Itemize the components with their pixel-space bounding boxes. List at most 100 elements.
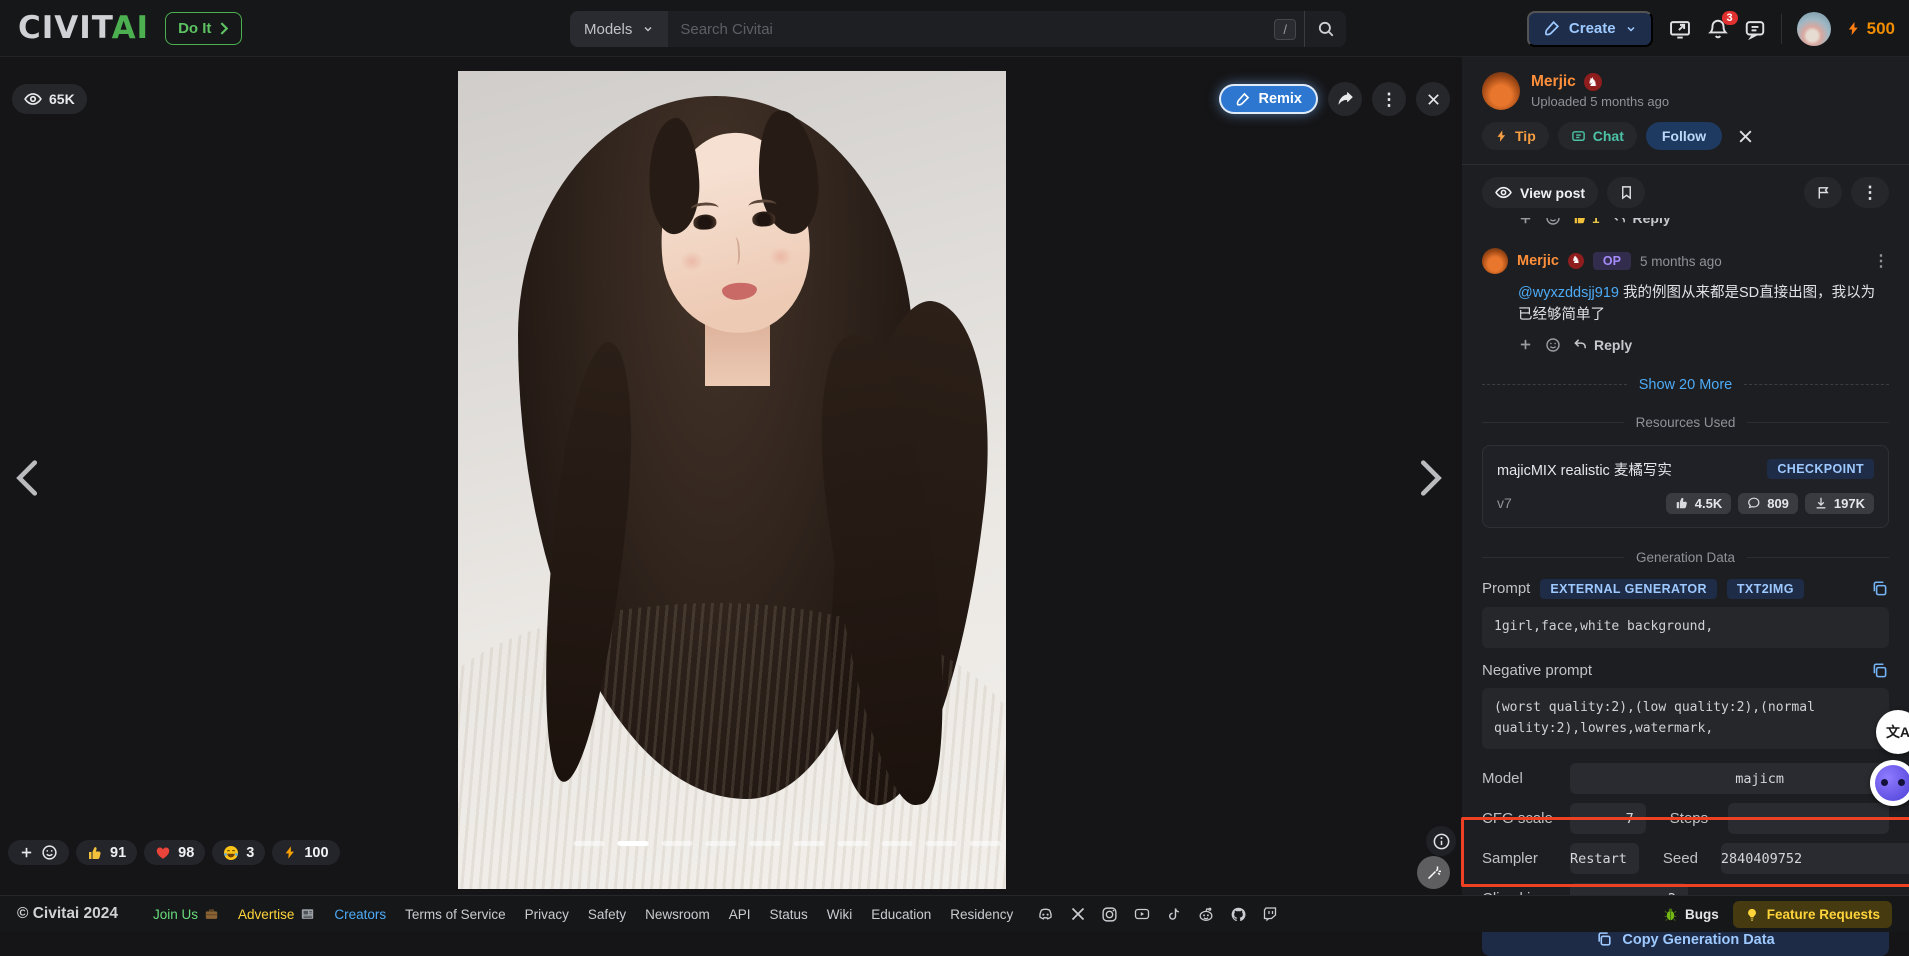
report-flag-button[interactable] (1804, 177, 1842, 208)
notifications-button[interactable]: 3 (1707, 18, 1729, 40)
thumbs-up-reaction[interactable]: 91 (76, 840, 137, 865)
add-reaction-button[interactable] (8, 840, 69, 865)
resource-name[interactable]: majicMIX realistic 麦橘写实 (1497, 459, 1672, 480)
assistant-overlay-button[interactable] (1870, 760, 1909, 806)
plus-icon[interactable] (1518, 337, 1533, 352)
steps-value[interactable] (1728, 803, 1889, 834)
carousel-dot[interactable] (574, 841, 605, 846)
discord-icon[interactable] (1036, 906, 1055, 923)
messages-button[interactable] (1744, 18, 1766, 40)
flag-icon (1816, 185, 1831, 200)
previous-image-button[interactable] (6, 455, 52, 501)
mention-link[interactable]: @wyxzddsjj919 (1518, 285, 1619, 301)
more-options-button[interactable]: ⋮ (1372, 82, 1406, 116)
tip-button[interactable]: Tip (1482, 122, 1549, 150)
create-button[interactable]: Create (1527, 11, 1653, 47)
carousel-dot[interactable] (970, 841, 1001, 846)
carousel-dot[interactable] (794, 841, 825, 846)
footer-link-join-us[interactable]: Join Us (153, 907, 219, 922)
footer-link-residency[interactable]: Residency (950, 907, 1013, 922)
reddit-icon[interactable] (1197, 906, 1215, 923)
footer-link-status[interactable]: Status (769, 907, 807, 922)
resource-downloads-stat[interactable]: 197K (1805, 493, 1874, 514)
show-more-comments-link[interactable]: Show 20 More (1639, 377, 1733, 393)
seed-value[interactable]: 2840409752 (1721, 843, 1909, 874)
chevron-down-icon (642, 23, 654, 35)
tiktok-icon[interactable] (1166, 906, 1182, 922)
kebab-icon: ⋮ (1862, 184, 1879, 201)
civitai-logo[interactable]: CIVITAI (18, 10, 149, 46)
footer-link-education[interactable]: Education (871, 907, 931, 922)
post-more-options-button[interactable]: ⋮ (1851, 177, 1889, 208)
youtube-icon[interactable] (1133, 906, 1151, 922)
thumbs-up-icon (1675, 496, 1689, 510)
comment-author-avatar[interactable] (1482, 248, 1508, 274)
x-twitter-icon[interactable] (1070, 906, 1086, 922)
do-it-button[interactable]: Do It (165, 12, 242, 45)
next-image-button[interactable] (1406, 455, 1452, 501)
message-icon (1744, 18, 1766, 40)
search-input[interactable] (668, 21, 1274, 38)
footer-link-api[interactable]: API (729, 907, 751, 922)
footer-link-creators[interactable]: Creators (334, 907, 386, 922)
smiley-icon[interactable] (1545, 337, 1561, 353)
copy-negative-prompt-button[interactable] (1871, 662, 1889, 680)
comment-author-name[interactable]: Merjic (1517, 253, 1559, 269)
resource-likes-stat[interactable]: 4.5K (1666, 493, 1731, 514)
resource-comments-stat[interactable]: 809 (1738, 493, 1798, 514)
heart-reaction[interactable]: 98 (144, 840, 205, 865)
footer-link-privacy[interactable]: Privacy (525, 907, 569, 922)
carousel-dot[interactable] (882, 841, 913, 846)
views-count-badge: 65K (12, 84, 87, 114)
screencast-button[interactable] (1668, 18, 1692, 40)
sampler-value[interactable]: Restart (1570, 843, 1639, 874)
bookmark-button[interactable] (1607, 177, 1645, 208)
feature-requests-button[interactable]: Feature Requests (1733, 901, 1892, 928)
resource-card[interactable]: majicMIX realistic 麦橘写实 CHECKPOINT v7 4.… (1482, 445, 1889, 528)
carousel-dot[interactable] (618, 841, 649, 846)
comment-options-button[interactable]: ⋮ (1873, 251, 1889, 271)
follow-button[interactable]: Follow (1646, 122, 1722, 150)
reply-button[interactable]: Reply (1573, 337, 1632, 353)
prompt-text[interactable]: 1girl,face,white background, (1482, 607, 1889, 648)
view-post-button[interactable]: View post (1482, 177, 1598, 208)
model-value[interactable]: majicm (1570, 763, 1889, 794)
cfg-value[interactable]: 7 (1570, 803, 1646, 834)
creator-avatar[interactable] (1482, 72, 1520, 110)
instagram-icon[interactable] (1101, 906, 1118, 923)
plus-icon[interactable] (1518, 218, 1533, 226)
carousel-dot[interactable] (838, 841, 869, 846)
carousel-dot[interactable] (706, 841, 737, 846)
image-info-button[interactable] (1426, 826, 1456, 856)
footer-link-terms[interactable]: Terms of Service (405, 907, 506, 922)
share-button[interactable] (1328, 82, 1362, 116)
footer-link-wiki[interactable]: Wiki (827, 907, 853, 922)
thumb-reaction-chip[interactable]: 1 (1573, 218, 1600, 226)
auto-enhance-button[interactable] (1417, 856, 1450, 889)
close-viewer-button[interactable] (1416, 82, 1450, 116)
bugs-button[interactable]: Bugs (1663, 907, 1719, 922)
laugh-reaction[interactable]: 3 (212, 840, 265, 865)
carousel-dot[interactable] (750, 841, 781, 846)
search-button[interactable] (1304, 11, 1346, 47)
bolt-reaction[interactable]: 100 (272, 840, 339, 865)
chat-button[interactable]: Chat (1558, 122, 1637, 150)
footer-link-newsroom[interactable]: Newsroom (645, 907, 710, 922)
footer-link-safety[interactable]: Safety (588, 907, 626, 922)
main-image[interactable] (458, 71, 1006, 889)
github-icon[interactable] (1230, 906, 1247, 923)
creator-name[interactable]: Merjic (1531, 73, 1576, 91)
carousel-dot[interactable] (662, 841, 693, 846)
copy-prompt-button[interactable] (1871, 580, 1889, 598)
dismiss-creator-button[interactable] (1737, 128, 1754, 145)
remix-button[interactable]: Remix (1219, 84, 1318, 114)
buzz-balance[interactable]: 500 (1846, 19, 1895, 39)
carousel-dot[interactable] (926, 841, 957, 846)
search-category-select[interactable]: Models (570, 11, 668, 47)
negative-prompt-text[interactable]: (worst quality:2),(low quality:2),(norma… (1482, 688, 1889, 750)
footer-link-advertise[interactable]: Advertise (238, 907, 315, 922)
user-avatar[interactable] (1797, 12, 1831, 46)
smiley-icon[interactable] (1545, 218, 1561, 226)
reply-button[interactable]: Reply (1612, 218, 1671, 226)
twitch-icon[interactable] (1262, 906, 1278, 922)
